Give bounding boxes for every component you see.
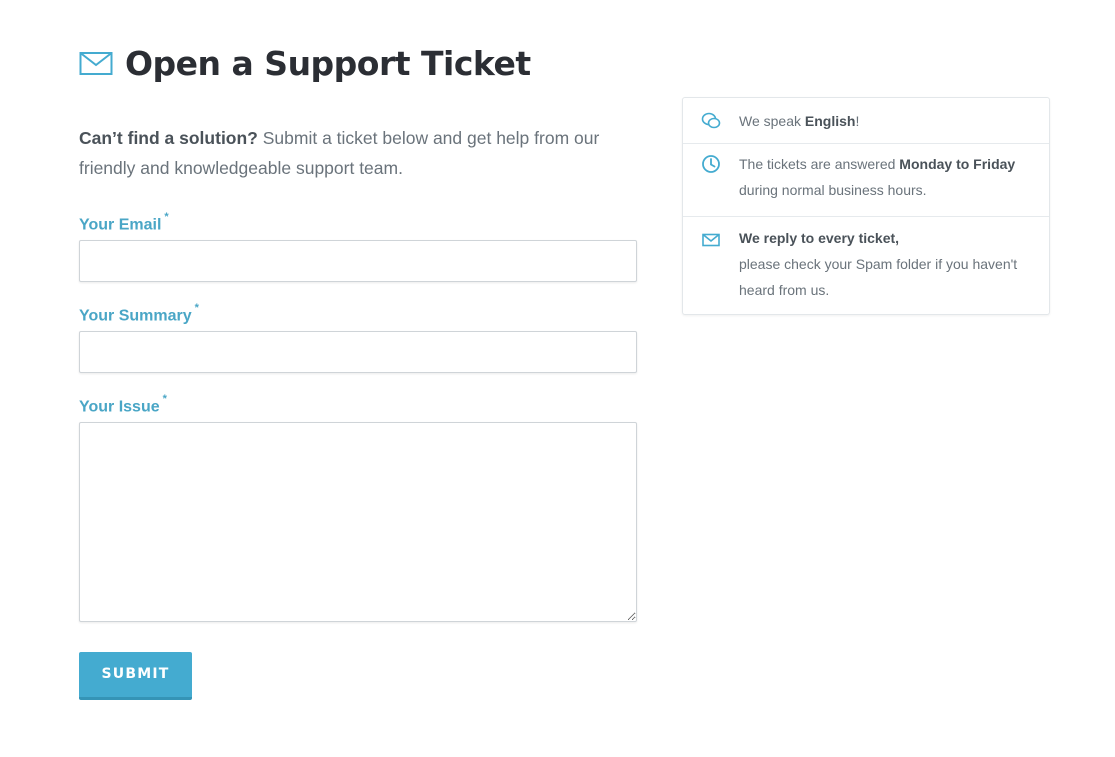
language-pre: We speak <box>739 113 805 129</box>
reply-body: please check your Spam folder if you hav… <box>739 256 1018 298</box>
reply-text: We reply to every ticket, please check y… <box>739 225 1035 303</box>
hours-post: during normal business hours. <box>739 182 927 198</box>
info-panel: We speak English! The tickets are answer… <box>682 97 1050 315</box>
email-field[interactable] <box>79 240 637 282</box>
language-post: ! <box>855 113 860 129</box>
hours-text: The tickets are answered Monday to Frida… <box>739 151 1035 203</box>
summary-label-text: Your Summary <box>79 307 192 325</box>
intro-text: Can’t find a solution? Submit a ticket b… <box>79 123 639 183</box>
envelope-icon <box>702 233 720 247</box>
required-mark: * <box>164 211 169 223</box>
issue-label-text: Your Issue <box>79 398 160 416</box>
reply-bold: We reply to every ticket, <box>739 230 900 246</box>
clock-icon <box>702 155 720 173</box>
page-title: Open a Support Ticket <box>125 44 531 83</box>
title-row: Open a Support Ticket <box>79 44 531 83</box>
hours-bold: Monday to Friday <box>899 156 1016 172</box>
submit-button[interactable]: SUBMIT <box>79 652 192 700</box>
hours-pre: The tickets are answered <box>739 156 900 172</box>
info-row-language: We speak English! <box>683 98 1049 144</box>
email-label-text: Your Email <box>79 216 162 234</box>
required-mark: * <box>194 302 199 314</box>
required-mark: * <box>162 393 167 405</box>
envelope-icon <box>79 51 113 75</box>
info-row-reply: We reply to every ticket, please check y… <box>683 217 1049 315</box>
issue-label: Your Issue * <box>79 393 167 416</box>
language-text: We speak English! <box>739 108 1035 134</box>
intro-bold: Can’t find a solution? <box>79 128 258 148</box>
email-label: Your Email * <box>79 211 169 234</box>
info-row-hours: The tickets are answered Monday to Frida… <box>683 144 1049 217</box>
support-ticket-page: Open a Support Ticket Can’t find a solut… <box>0 0 1115 757</box>
summary-label: Your Summary * <box>79 302 199 325</box>
summary-field[interactable] <box>79 331 637 373</box>
chat-bubbles-icon <box>701 112 721 129</box>
issue-textarea[interactable] <box>79 422 637 622</box>
language-bold: English <box>804 113 856 129</box>
